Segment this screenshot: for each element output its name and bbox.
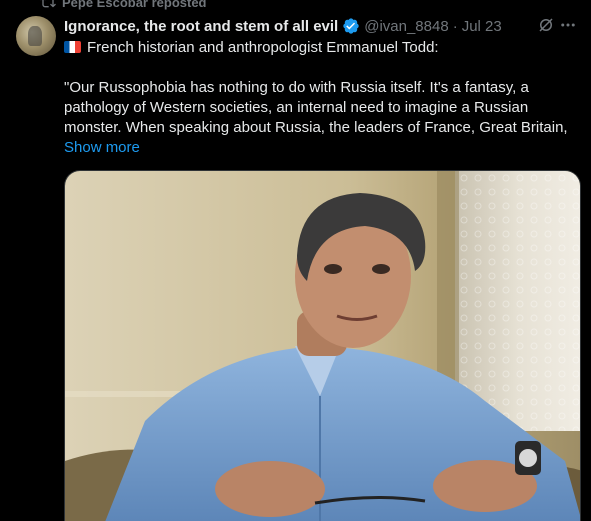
tweet-line-1: French historian and anthropologist Emma… <box>87 39 439 56</box>
avatar[interactable] <box>16 16 56 56</box>
french-flag-icon <box>64 41 81 53</box>
tweet-date[interactable]: Jul 23 <box>462 18 502 35</box>
show-more-link[interactable]: Show more <box>64 139 140 156</box>
repost-icon <box>40 0 56 8</box>
grok-icon[interactable] <box>537 16 555 34</box>
verified-badge-icon[interactable] <box>342 17 360 35</box>
tweet-text: French historian and anthropologist Emma… <box>64 38 576 158</box>
more-icon[interactable] <box>559 16 577 34</box>
tweet-photo[interactable] <box>64 170 581 521</box>
tweet-quote: "Our Russophobia has nothing to do with … <box>64 79 568 136</box>
author-handle[interactable]: @ivan_8848 <box>364 18 448 35</box>
repost-label: Pepe Escobar reposted <box>62 0 207 10</box>
author-name[interactable]: Ignorance, the root and stem of all evil <box>64 18 338 35</box>
photo-image <box>65 171 580 521</box>
tweet-header: Ignorance, the root and stem of all evil… <box>64 16 577 36</box>
repost-indicator[interactable]: Pepe Escobar reposted <box>40 0 207 10</box>
separator-dot: · <box>452 17 458 35</box>
